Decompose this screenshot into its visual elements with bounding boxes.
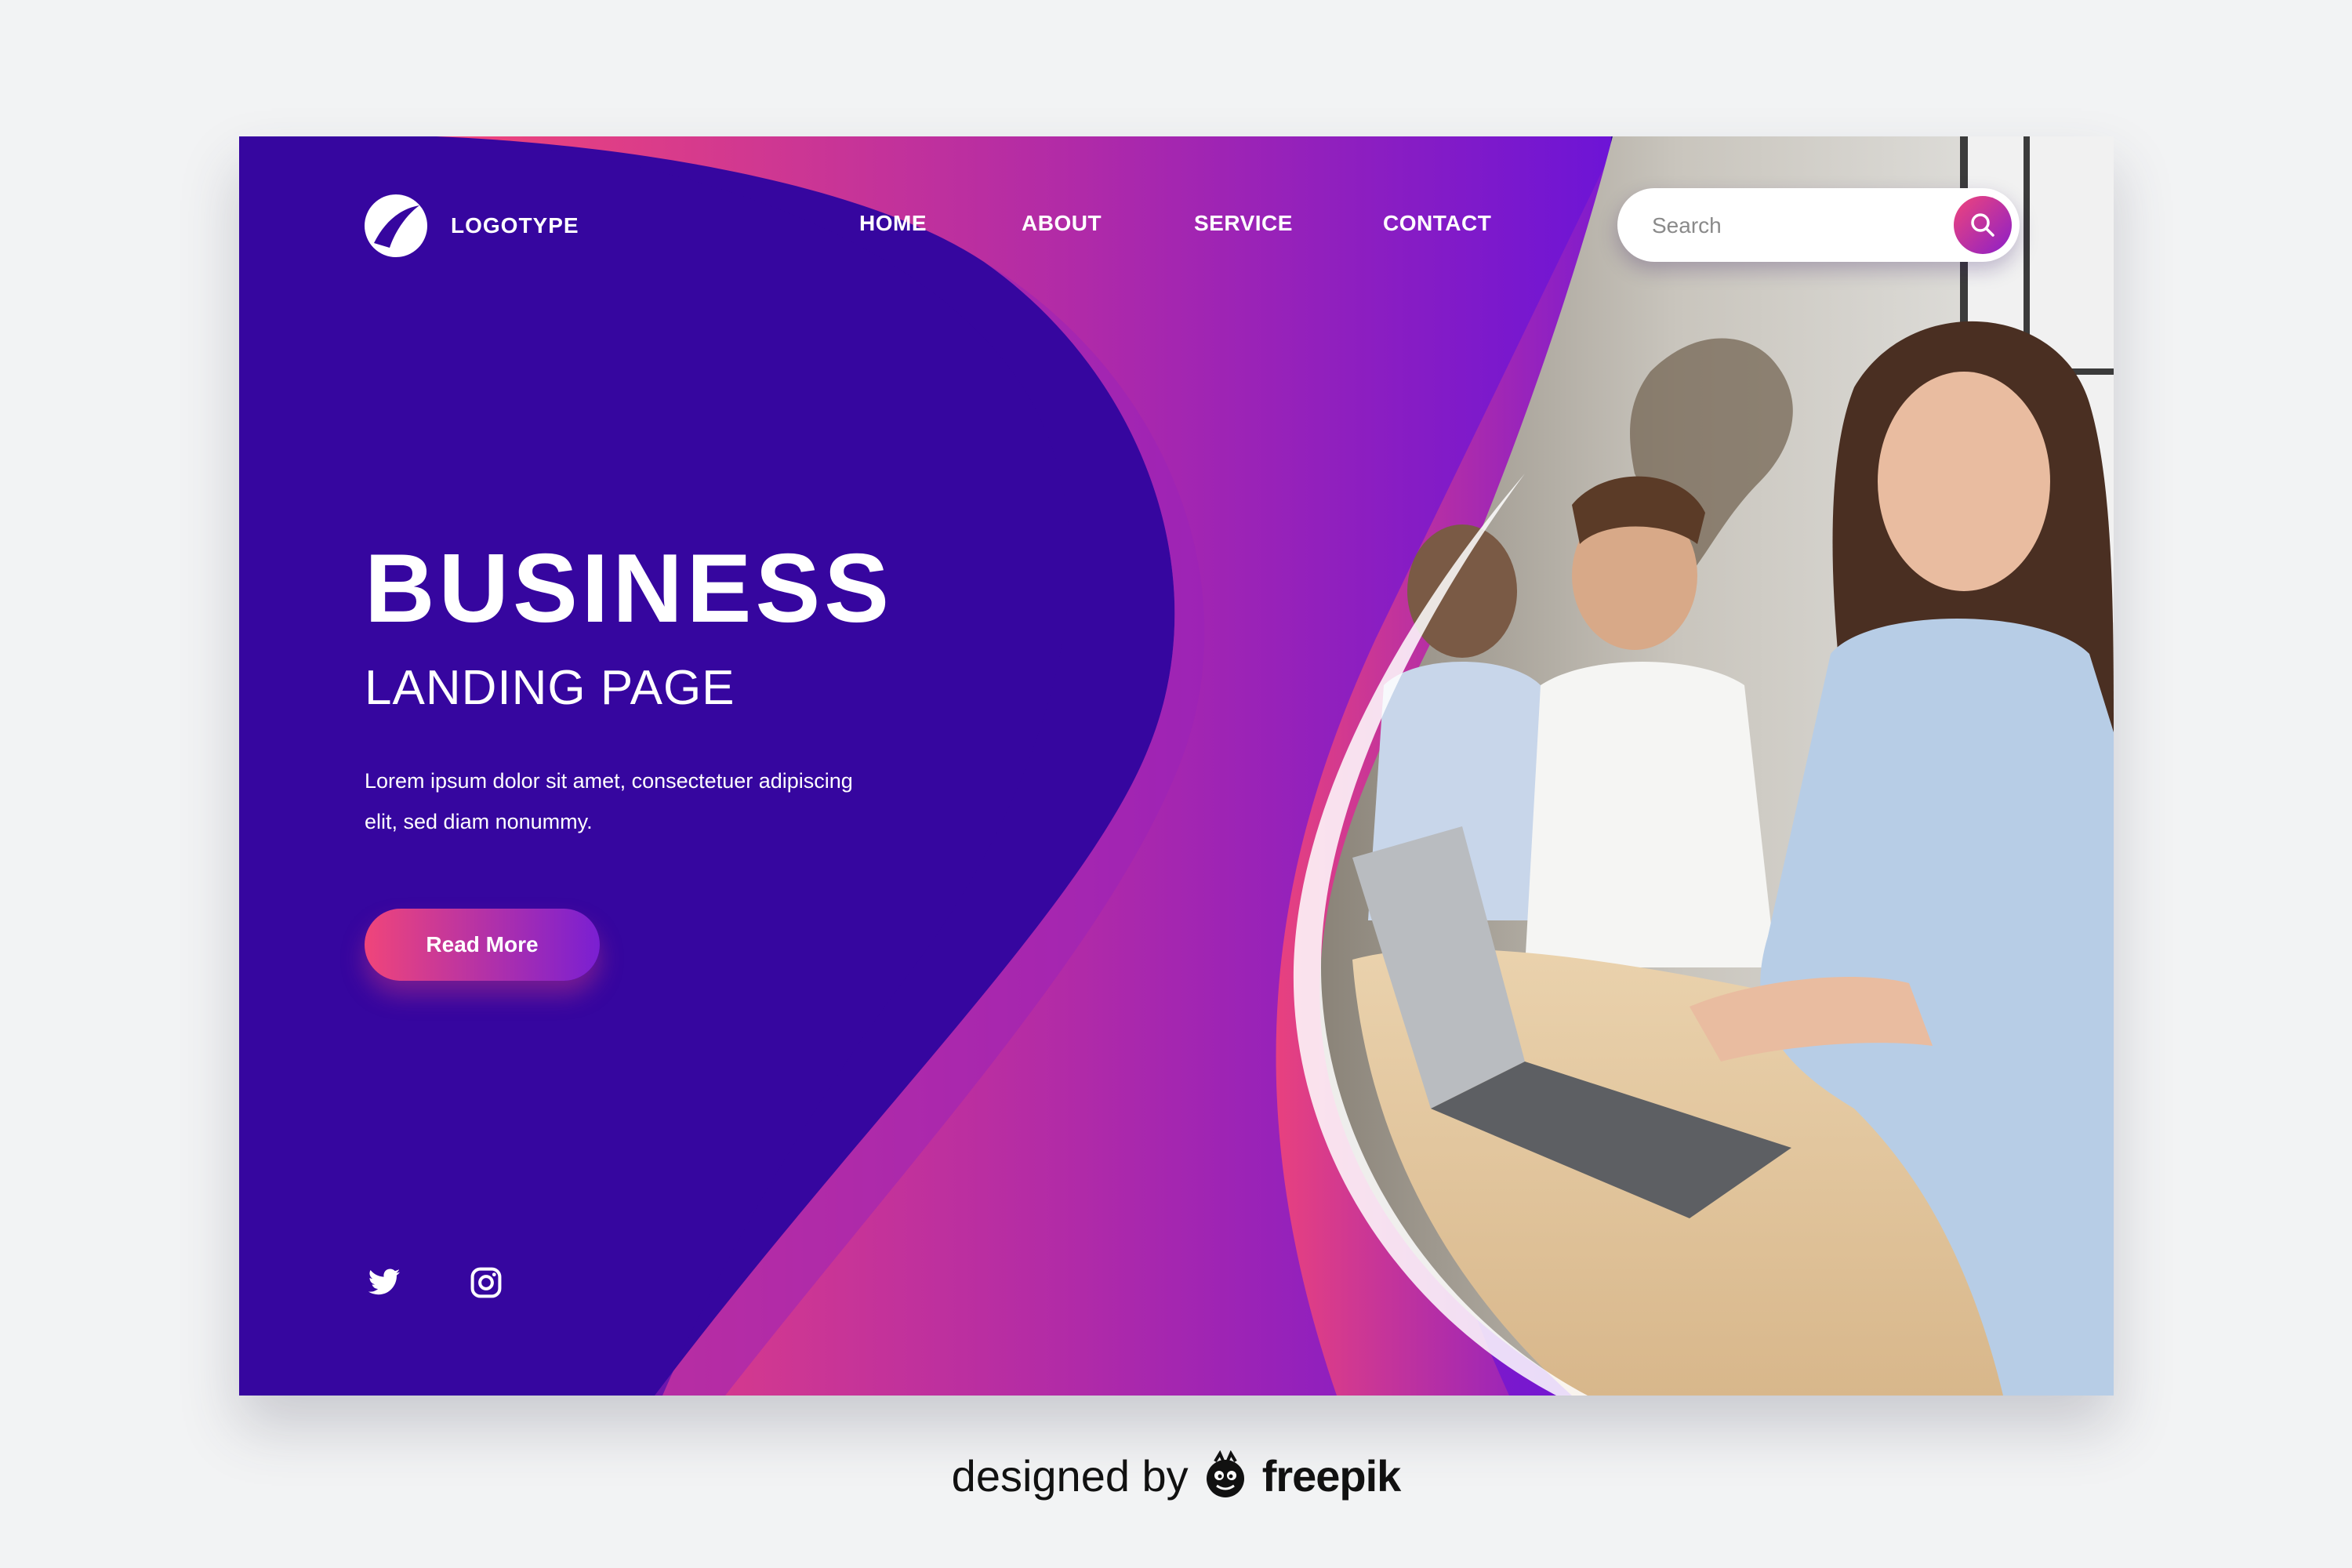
read-more-button[interactable]: Read More	[365, 909, 600, 981]
search-bar	[1617, 188, 2020, 262]
twitter-icon[interactable]	[365, 1265, 404, 1300]
nav-service[interactable]: SERVICE	[1194, 211, 1293, 236]
nav-about[interactable]: ABOUT	[1022, 211, 1102, 236]
credit-brand[interactable]: freepik	[1262, 1450, 1402, 1501]
landing-page-card: LOGOTYPE HOME ABOUT SERVICE CONTACT BUSI…	[239, 136, 2114, 1396]
logo-text: LOGOTYPE	[451, 213, 579, 238]
logo-mark-icon	[365, 194, 427, 257]
hero-description: Lorem ipsum dolor sit amet, consectetuer…	[365, 769, 853, 833]
nav-home[interactable]: HOME	[859, 211, 927, 236]
search-button[interactable]	[1954, 196, 2012, 254]
instagram-icon[interactable]	[466, 1265, 506, 1300]
nav-contact[interactable]: CONTACT	[1383, 211, 1491, 236]
credit-prefix: designed by	[951, 1450, 1189, 1501]
designer-credit: designed by freepik	[0, 1444, 2352, 1507]
hero-title: BUSINESS	[365, 535, 893, 643]
freepik-mascot-icon	[1206, 1450, 1244, 1497]
hero-subtitle: LANDING PAGE	[365, 661, 735, 715]
brand-logo[interactable]: LOGOTYPE	[365, 194, 579, 257]
search-input[interactable]	[1650, 205, 1936, 246]
search-icon	[1971, 213, 1994, 237]
